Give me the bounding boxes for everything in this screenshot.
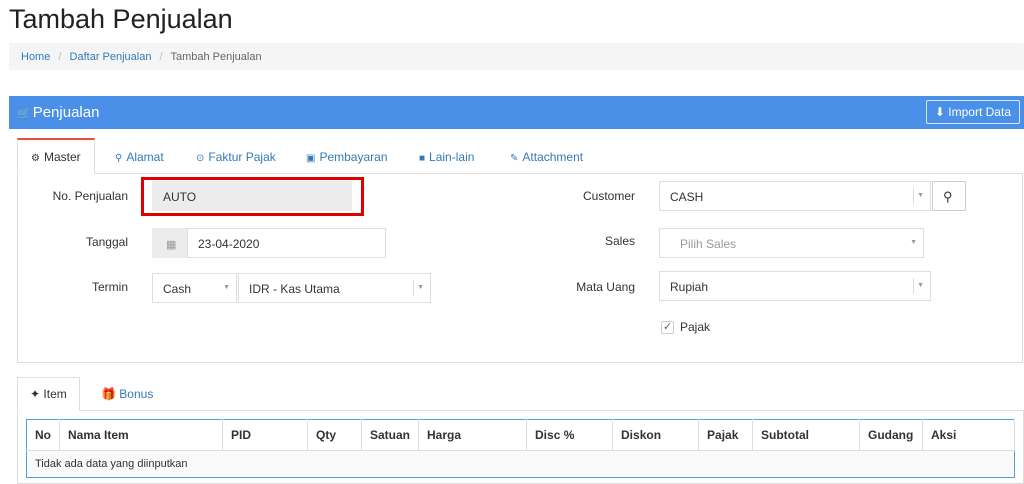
column-header: Satuan (361, 419, 420, 451)
calendar-icon: ▦ (166, 239, 177, 251)
column-header: Qty (307, 419, 362, 451)
termin-label: Termin (91, 280, 128, 294)
chevron-down-icon: ▼ (417, 284, 424, 291)
column-header: Nama Item (59, 419, 223, 451)
tab-bonus[interactable]: 🎁 Bonus (101, 377, 153, 411)
no-penjualan-label: No. Penjualan (52, 189, 128, 203)
kas-account-select[interactable]: IDR - Kas Utama ▼ (238, 273, 431, 303)
sales-select[interactable]: Pilih Sales ▼ (659, 228, 924, 258)
chevron-down-icon: ▼ (223, 284, 230, 291)
money-icon: ▣ (306, 153, 316, 164)
check-circle-icon: ⊙ (196, 153, 205, 164)
breadcrumb-current: Tambah Penjualan (170, 51, 262, 63)
kas-account-value: IDR - Kas Utama (249, 282, 340, 296)
termin-select[interactable]: Cash ▼ (152, 273, 237, 303)
tanggal-label: Tanggal (85, 235, 128, 249)
tab-label: Item (43, 387, 67, 401)
sales-label: Sales (604, 234, 635, 248)
column-header: Diskon (612, 419, 700, 451)
calendar-addon[interactable]: ▦ (152, 228, 188, 258)
cart-icon: 🛒 (17, 108, 31, 120)
breadcrumb-daftar-penjualan[interactable]: Daftar Penjualan (70, 51, 152, 63)
column-header: Subtotal (752, 419, 861, 451)
customer-label: Customer (582, 189, 635, 203)
chevron-down-icon: ▼ (917, 192, 924, 199)
tab-lain-lain[interactable]: ■ Lain-lain (419, 138, 474, 174)
tanggal-input[interactable]: 23-04-2020 (187, 228, 386, 258)
highlight-box (141, 177, 364, 216)
termin-value: Cash (163, 282, 192, 296)
truck-icon: ■ (419, 153, 426, 164)
breadcrumb-separator: / (58, 51, 62, 63)
chevron-down-icon: ▼ (917, 282, 924, 289)
tab-alamat[interactable]: ⚲ Alamat (115, 138, 164, 174)
tab-label: Lain-lain (429, 150, 475, 164)
breadcrumb-separator: / (159, 51, 163, 63)
map-marker-icon: ⚲ (115, 153, 123, 164)
column-header: PID (222, 419, 308, 451)
mata-uang-value: Rupiah (670, 280, 709, 294)
panel-header: 🛒 Penjualan ⬇ Import Data (9, 96, 1024, 129)
select-divider (413, 280, 414, 296)
tab-label: Bonus (119, 387, 154, 401)
table-header-row: No Nama Item PID Qty Satuan Harga Disc %… (26, 419, 1015, 451)
tab-label: Attachment (522, 150, 584, 164)
import-data-label: Import Data (948, 105, 1011, 119)
paperclip-icon: ✎ (510, 153, 519, 164)
sales-placeholder: Pilih Sales (680, 237, 737, 251)
column-header: Gudang (859, 419, 924, 451)
column-header: Pajak (698, 419, 754, 451)
tab-item[interactable]: ✦ Item (17, 377, 80, 411)
search-icon: ⚲ (943, 189, 953, 204)
breadcrumb-home[interactable]: Home (21, 51, 50, 63)
tab-faktur-pajak[interactable]: ⊙ Faktur Pajak (196, 138, 276, 174)
column-header: Aksi (922, 419, 1015, 451)
upload-icon: ⬇ (934, 105, 945, 119)
cogs-icon: ⚙ (31, 153, 40, 164)
table-row: Tidak ada data yang diinputkan (26, 450, 1015, 478)
tab-label: Master (43, 150, 81, 164)
tab-label: Alamat (126, 150, 164, 164)
tab-label: Faktur Pajak (208, 150, 276, 164)
check-icon: ✓ (663, 321, 673, 333)
pajak-checkbox[interactable]: ✓ (661, 321, 674, 334)
mata-uang-select[interactable]: Rupiah ▼ (659, 271, 931, 301)
column-header: Harga (418, 419, 528, 451)
mata-uang-label: Mata Uang (576, 280, 635, 294)
tab-label: Pembayaran (319, 150, 388, 164)
column-header: Disc % (526, 419, 614, 451)
empty-table-message: Tidak ada data yang diinputkan (26, 450, 1015, 478)
tab-attachment[interactable]: ✎ Attachment (510, 138, 583, 174)
item-tabs: ✦ Item 🎁 Bonus (17, 377, 1024, 411)
gift-icon: 🎁 (101, 387, 116, 401)
customer-select[interactable]: CASH ▼ (659, 181, 931, 211)
panel-title-label: Penjualan (32, 104, 100, 121)
cubes-icon: ✦ (30, 387, 41, 401)
chevron-down-icon: ▼ (910, 239, 917, 246)
tab-master[interactable]: ⚙ Master (17, 138, 95, 174)
breadcrumb: Home / Daftar Penjualan / Tambah Penjual… (9, 43, 1024, 70)
page-title: Tambah Penjualan (9, 4, 233, 34)
panel-title: 🛒 Penjualan (17, 104, 99, 121)
column-header: No (26, 419, 60, 451)
customer-value: CASH (670, 190, 704, 204)
select-divider (913, 278, 914, 294)
item-table: No Nama Item PID Qty Satuan Harga Disc %… (26, 419, 1015, 478)
form-tabs: ⚙ Master ⚲ Alamat ⊙ Faktur Pajak ▣ Pembayara… (17, 138, 1024, 174)
tab-pembayaran[interactable]: ▣ Pembayaran (306, 138, 388, 174)
customer-search-button[interactable]: ⚲ (932, 181, 966, 211)
select-divider (913, 188, 914, 204)
import-data-button[interactable]: ⬇ Import Data (925, 100, 1020, 124)
pajak-label: Pajak (680, 320, 711, 334)
